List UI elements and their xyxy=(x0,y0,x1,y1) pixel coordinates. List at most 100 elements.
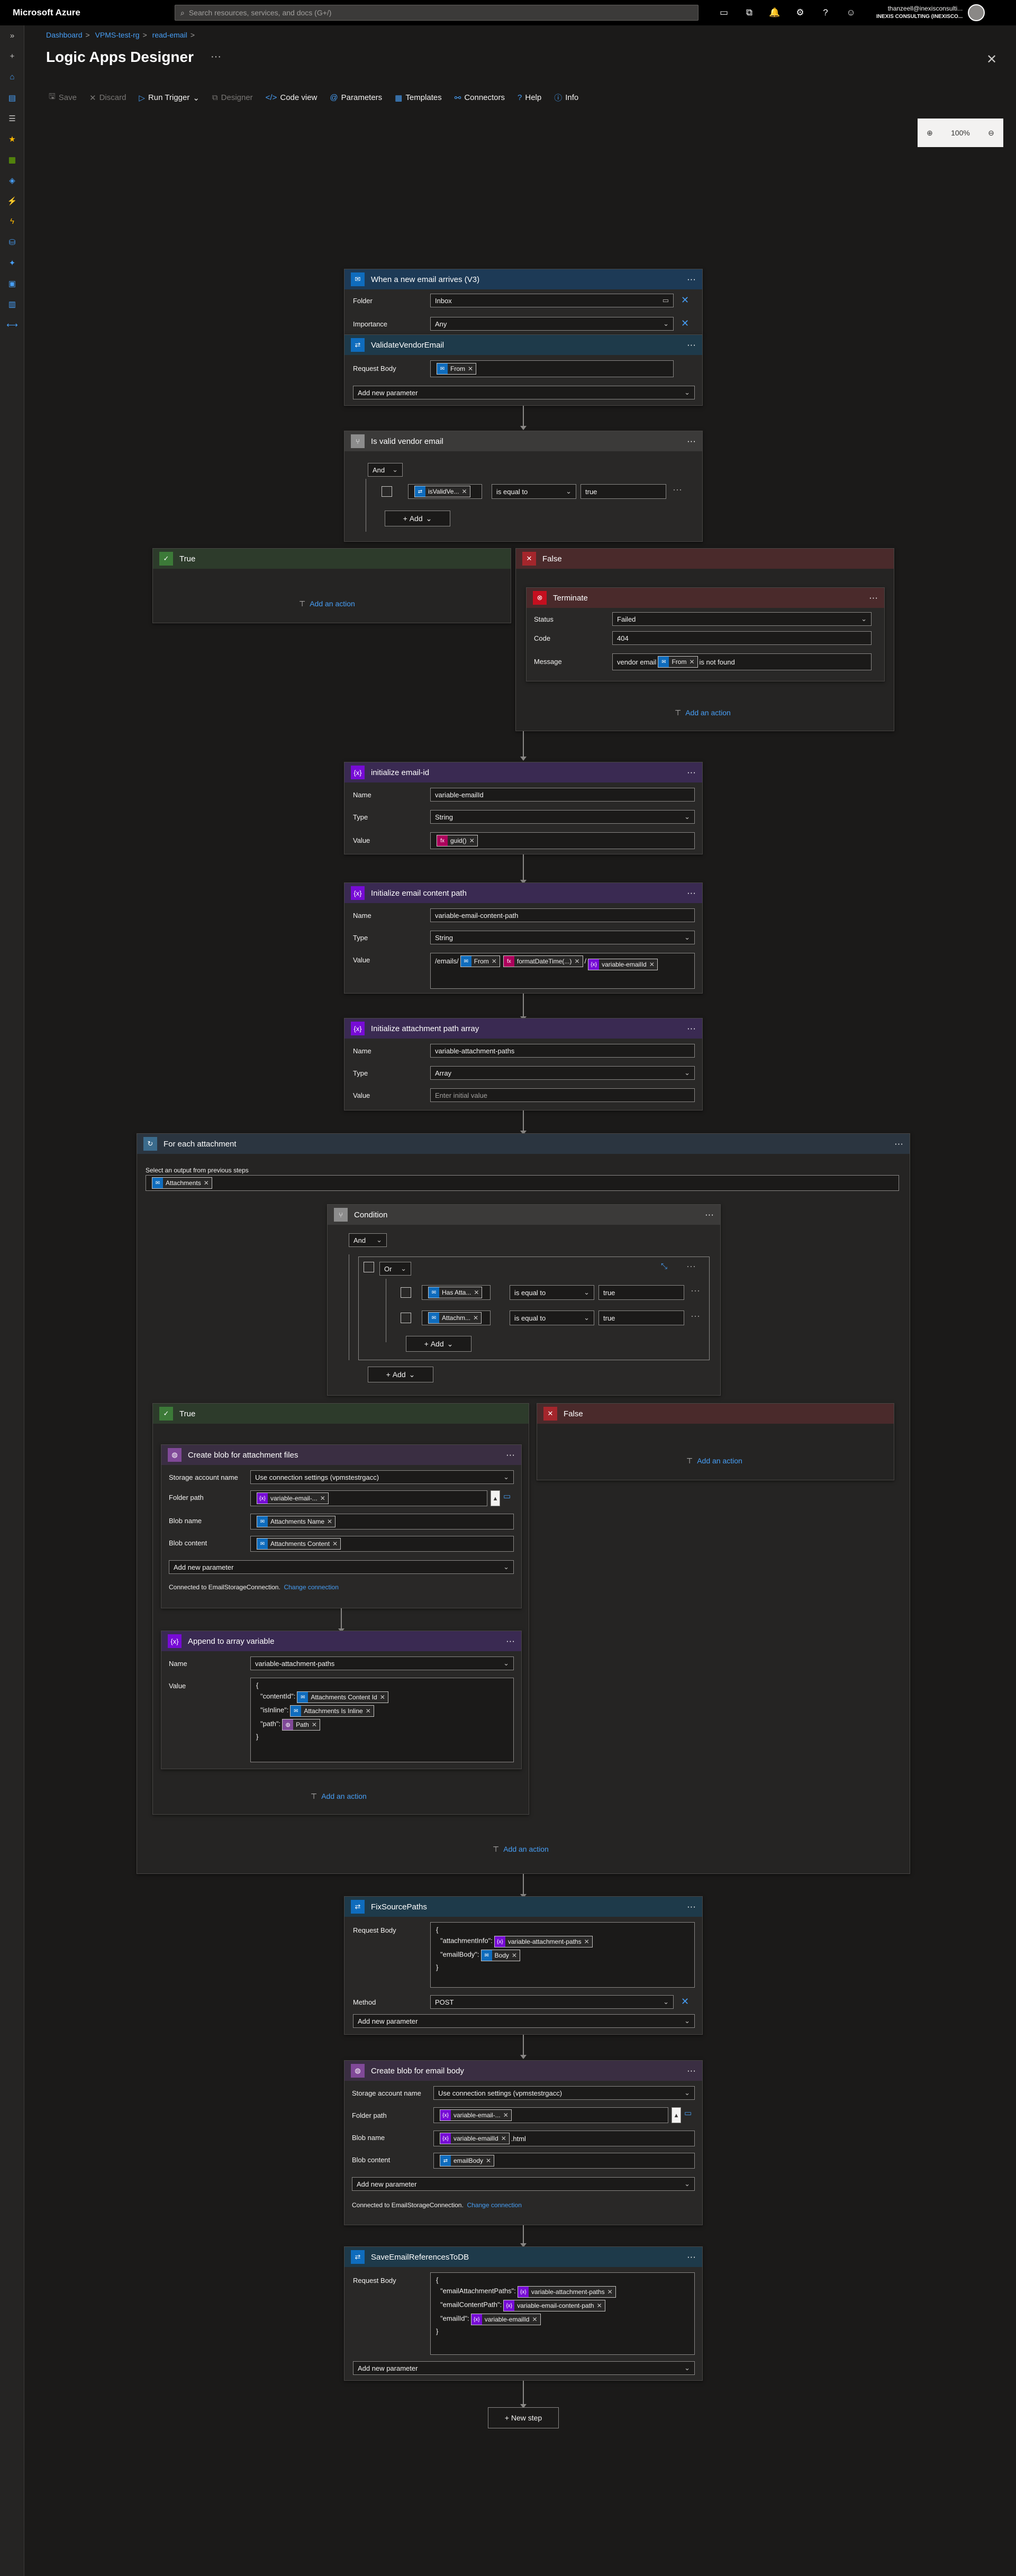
remove-token-icon[interactable]: ✕ xyxy=(486,2157,491,2164)
function-app-icon[interactable]: ϟ xyxy=(0,211,24,232)
token-attachment-paths[interactable]: {x} variable-attachment-paths ✕ xyxy=(517,2286,616,2298)
token-guid[interactable]: fx guid() ✕ xyxy=(437,835,478,846)
discard-button[interactable]: ✕ Discard xyxy=(89,91,126,104)
blob-content-field[interactable]: ✉ Attachments Content ✕ xyxy=(250,1536,514,1552)
value-field[interactable]: fx guid() ✕ xyxy=(430,832,695,849)
cloud-shell-icon[interactable]: ▭ xyxy=(711,7,737,18)
zoom-out-icon[interactable]: ⊖ xyxy=(988,129,994,138)
condition-card[interactable]: ⑂ Condition ··· And ⌄ Or ⌄ ⤡ ··· ✉ Has Atta..… xyxy=(327,1204,721,1396)
row-checkbox[interactable] xyxy=(382,486,392,497)
token-attachments-inline[interactable]: ✉ Attachm... ✕ xyxy=(428,1312,482,1324)
help-button[interactable]: ? Help xyxy=(518,91,541,104)
operator-dropdown[interactable]: is equal to ⌄ xyxy=(492,484,576,499)
remove-token-icon[interactable]: ✕ xyxy=(649,961,655,968)
token-email-id[interactable]: {x} variable-emailId ✕ xyxy=(440,2133,510,2144)
is-valid-condition-card[interactable]: ⑂ Is valid vendor email ··· And ⌄ ⇄ isValidV… xyxy=(344,431,703,542)
more-options-icon[interactable]: ··· xyxy=(869,593,878,603)
remove-token-icon[interactable]: ✕ xyxy=(474,1289,479,1296)
remove-token-icon[interactable]: ✕ xyxy=(607,2288,613,2296)
token-path[interactable]: ◍ Path ✕ xyxy=(282,1719,320,1731)
terminate-card[interactable]: ⊗ Terminate ··· Status Failed ⌄ Code 404 Me… xyxy=(526,587,885,681)
token-email-content-path[interactable]: {x} variable-email-... ✕ xyxy=(257,1492,329,1504)
row1-checkbox[interactable] xyxy=(401,1287,411,1298)
append-array-card[interactable]: {x} Append to array variable ··· Name vari… xyxy=(161,1631,522,1769)
condition-right-operand[interactable]: true xyxy=(580,484,666,499)
token-from[interactable]: ✉ From ✕ xyxy=(437,363,477,375)
expand-menu-icon[interactable]: » xyxy=(0,25,24,46)
more-options-icon[interactable]: ··· xyxy=(687,2252,696,2262)
token-email-id[interactable]: {x} variable-emailId ✕ xyxy=(588,959,658,970)
designer-button[interactable]: ⧉ Designer xyxy=(212,91,253,104)
remove-token-icon[interactable]: ✕ xyxy=(327,1518,332,1525)
remove-token-icon[interactable]: ✕ xyxy=(597,2302,602,2309)
init-content-path-header[interactable]: {x} Initialize email content path ··· xyxy=(344,883,702,903)
parameters-button[interactable]: @ Parameters xyxy=(330,91,382,104)
virtual-machines-icon[interactable]: ▣ xyxy=(0,273,24,294)
folder-field[interactable]: Inbox ▭ xyxy=(430,294,674,307)
token-email-content-path[interactable]: {x} variable-email-... ✕ xyxy=(440,2109,512,2121)
more-options-icon[interactable]: ··· xyxy=(705,1209,714,1220)
row-more-icon[interactable]: ··· xyxy=(691,1285,700,1296)
more-options-icon[interactable]: ··· xyxy=(687,2065,696,2076)
breadcrumb-item[interactable]: read-email xyxy=(152,31,187,39)
templates-button[interactable]: ▦ Templates xyxy=(395,91,442,104)
message-field[interactable]: vendor email ✉ From ✕ is not found xyxy=(612,653,872,670)
false-branch-2-header[interactable]: ✕ False xyxy=(537,1404,894,1424)
breadcrumb-item[interactable]: VPMS-test-rg xyxy=(95,31,140,39)
folder-scroll[interactable]: ▴ xyxy=(491,1490,500,1506)
folder-picker-icon[interactable]: ▭ xyxy=(503,1491,511,1501)
add-parameter-dropdown[interactable]: Add new parameter ⌄ xyxy=(353,2014,695,2028)
and-dropdown[interactable]: And ⌄ xyxy=(368,463,403,477)
remove-token-icon[interactable]: ✕ xyxy=(380,1694,385,1701)
more-options-icon[interactable]: ··· xyxy=(687,340,696,350)
clear-icon[interactable]: ✕ xyxy=(681,318,689,329)
sql-databases-icon[interactable]: ⛁ xyxy=(0,232,24,252)
new-step-button[interactable]: + New step xyxy=(488,2407,559,2428)
add-action-link[interactable]: ⊤ Add an action xyxy=(493,1845,549,1854)
code-view-button[interactable]: </> Code view xyxy=(266,91,318,104)
brand-label[interactable]: Microsoft Azure xyxy=(13,7,171,18)
or-dropdown[interactable]: Or ⌄ xyxy=(379,1262,411,1276)
remove-token-icon[interactable]: ✕ xyxy=(312,1721,317,1728)
row1-operator-dropdown[interactable]: is equal to ⌄ xyxy=(510,1285,594,1300)
fix-source-paths-header[interactable]: ⇄ FixSourcePaths ··· xyxy=(344,1897,702,1917)
remove-token-icon[interactable]: ✕ xyxy=(584,1938,589,1945)
row1-left-operand[interactable]: ✉ Has Atta... ✕ xyxy=(422,1285,491,1300)
value-field[interactable]: /emails/ ✉ From ✕ fx formatDateTime(...) ✕ /… xyxy=(430,953,695,989)
condition-left-operand[interactable]: ⇄ isValidVe... ✕ xyxy=(408,484,482,499)
condition-header[interactable]: ⑂ Condition ··· xyxy=(328,1205,720,1225)
name-field[interactable]: variable-emailId xyxy=(430,788,695,802)
more-options-icon[interactable]: ··· xyxy=(687,1901,696,1912)
add-parameter-dropdown[interactable]: Add new parameter ⌄ xyxy=(169,1560,514,1574)
value-field[interactable]: { "contentId": ✉ Attachments Content Id ✕ "… xyxy=(250,1678,514,1762)
init-email-id-header[interactable]: {x} initialize email-id ··· xyxy=(344,762,702,782)
remove-token-icon[interactable]: ✕ xyxy=(469,837,475,844)
request-body-field[interactable]: { "emailAttachmentPaths": {x} variable-att… xyxy=(430,2272,695,2355)
validate-vendor-card[interactable]: ⇄ ValidateVendorEmail ··· Request Body ✉ Fr… xyxy=(344,334,703,406)
remove-token-icon[interactable]: ✕ xyxy=(366,1707,371,1715)
init-content-path-card[interactable]: {x} Initialize email content path ··· Name… xyxy=(344,882,703,994)
zoom-in-icon[interactable]: ⊕ xyxy=(927,129,933,138)
validate-header[interactable]: ⇄ ValidateVendorEmail ··· xyxy=(344,335,702,355)
token-from[interactable]: ✉ From ✕ xyxy=(460,955,500,967)
is-valid-header[interactable]: ⑂ Is valid vendor email ··· xyxy=(344,431,702,451)
more-options-icon[interactable]: ··· xyxy=(687,1023,696,1034)
token-email-id[interactable]: {x} variable-emailId ✕ xyxy=(470,2314,541,2325)
create-resource-icon[interactable]: + xyxy=(0,46,24,67)
row-more-icon[interactable]: ··· xyxy=(673,484,682,495)
token-attachments-is-inline[interactable]: ✉ Attachments Is Inline ✕ xyxy=(290,1705,374,1717)
false-branch-2-card[interactable]: ✕ False ⊤ Add an action xyxy=(537,1403,894,1480)
remove-token-icon[interactable]: ✕ xyxy=(532,2316,537,2323)
clear-icon[interactable]: ✕ xyxy=(681,1996,689,2007)
terminate-header[interactable]: ⊗ Terminate ··· xyxy=(527,588,884,608)
feedback-icon[interactable]: ☺ xyxy=(838,7,864,18)
status-dropdown[interactable]: Failed ⌄ xyxy=(612,612,872,626)
init-attachment-paths-card[interactable]: {x} Initialize attachment path array ··· N… xyxy=(344,1018,703,1110)
remove-token-icon[interactable]: ✕ xyxy=(473,1314,478,1322)
token-attachments[interactable]: ✉ Attachments ✕ xyxy=(152,1177,212,1189)
info-button[interactable]: ⓘ Info xyxy=(554,91,578,104)
remove-token-icon[interactable]: ✕ xyxy=(204,1179,209,1187)
select-output-field[interactable]: ✉ Attachments ✕ xyxy=(146,1175,899,1191)
type-dropdown[interactable]: Array ⌄ xyxy=(430,1066,695,1080)
add-action-link[interactable]: ⊤ Add an action xyxy=(686,1457,742,1466)
